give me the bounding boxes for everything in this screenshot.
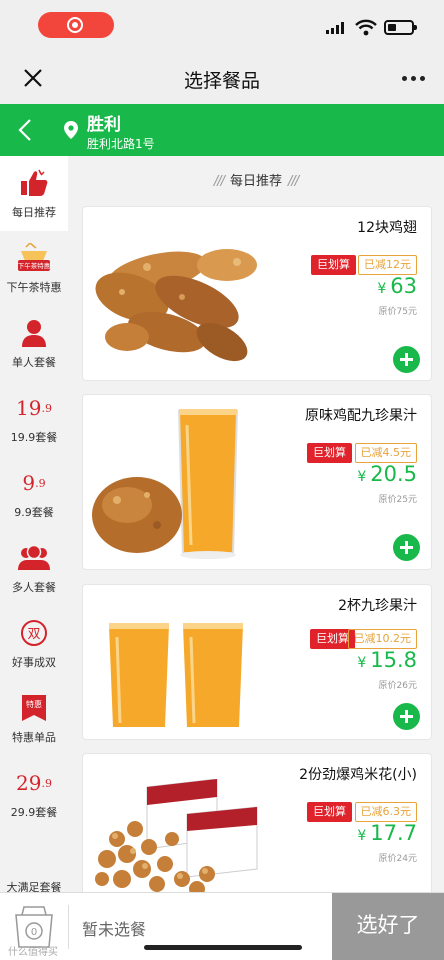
sidebar-item-label: 单人套餐 <box>12 356 56 369</box>
screen-record-indicator[interactable] <box>38 12 114 38</box>
sidebar-item-label: 29.9套餐 <box>10 806 58 819</box>
sidebar-item-afternoon-tea[interactable]: 下午茶特惠 下午茶特惠 <box>0 231 68 306</box>
sidebar-item-99-meal[interactable]: 9.9 9.9套餐 <box>0 456 68 531</box>
sidebar-item-single-meal[interactable]: 单人套餐 <box>0 306 68 381</box>
original-price: 原价75元 <box>378 307 417 317</box>
original-price: 原价25元 <box>378 495 417 505</box>
sidebar-item-label: 每日推荐 <box>12 206 56 219</box>
deal-badge: 巨划算 <box>311 255 356 275</box>
sidebar-item-label: 好事成双 <box>12 656 56 669</box>
single-person-icon <box>22 320 46 347</box>
divider-slashes-icon: /// <box>213 174 225 189</box>
page-title: 选择餐品 <box>183 70 260 92</box>
special-tag-icon: 特惠 <box>22 695 46 721</box>
discount-badge: 已减12元 <box>358 255 417 275</box>
add-to-cart-button[interactable] <box>393 534 420 561</box>
sidebar-item-label: 19.9套餐 <box>10 431 58 444</box>
section-title: 每日推荐 <box>229 174 282 189</box>
record-dot-icon <box>72 22 78 28</box>
deal-badge: 巨划算 <box>307 443 352 463</box>
discount-badge: 已减4.5元 <box>354 443 417 463</box>
location-pin-icon <box>64 121 78 139</box>
double-icon: 双 <box>21 620 47 646</box>
sidebar-item-label: 特惠单品 <box>12 731 56 744</box>
afternoon-tea-icon: 下午茶特惠 <box>18 243 51 271</box>
product-card[interactable]: 12块鸡翅 巨划算 已减12元 ¥63 原价75元 <box>82 206 432 381</box>
watermark: 什么值得买 <box>8 947 58 958</box>
product-name: 12块鸡翅 <box>357 220 417 236</box>
sidebar-item-299-meal[interactable]: 29.9 29.9套餐 <box>0 756 68 831</box>
cart-empty-text: 暂未选餐 <box>82 920 147 939</box>
chicken-wings-image <box>95 249 257 362</box>
original-price: 原价26元 <box>378 681 417 691</box>
more-options-icon[interactable] <box>402 76 426 82</box>
svg-text:下午茶特惠: 下午茶特惠 <box>18 261 51 270</box>
category-sidebar: 每日推荐 下午茶特惠 下午茶特惠 单人套餐 19.9 19.9套餐 9.9 9.… <box>0 156 68 892</box>
big-meal-icon <box>0 843 68 873</box>
deal-badge: 巨划算 <box>307 802 352 822</box>
store-bar[interactable]: 胜利 胜利北路1号 <box>0 104 444 156</box>
product-price: ¥63 <box>377 274 417 298</box>
sidebar-item-label: 9.9套餐 <box>14 506 54 519</box>
price-99-icon: 9.9 <box>22 471 46 495</box>
add-to-cart-button[interactable] <box>393 346 420 373</box>
sidebar-item-special[interactable]: 特惠 特惠单品 <box>0 681 68 756</box>
product-name: 2份劲爆鸡米花(小) <box>299 767 417 783</box>
thumbs-up-icon <box>21 169 48 196</box>
add-to-cart-button[interactable] <box>393 703 420 730</box>
home-indicator[interactable] <box>144 945 302 950</box>
section-header: /// 每日推荐 /// <box>68 170 444 189</box>
product-price: ¥15.8 <box>357 648 417 672</box>
svg-text:特惠: 特惠 <box>26 699 42 709</box>
two-juices-image <box>109 623 243 727</box>
title-bar: 选择餐品 <box>0 52 444 104</box>
price-299-icon: 29.9 <box>16 771 52 795</box>
done-button[interactable]: 选好了 <box>332 893 444 960</box>
sidebar-item-label: 多人套餐 <box>12 581 56 594</box>
product-name: 原味鸡配九珍果汁 <box>305 408 417 424</box>
discount-badge: 已减10.2元 <box>347 629 417 649</box>
sidebar-item-label: 下午茶特惠 <box>6 281 62 294</box>
svg-text:0: 0 <box>31 927 37 938</box>
discount-badge: 已减6.3元 <box>354 802 417 822</box>
product-card[interactable]: 2份劲爆鸡米花(小) 巨划算 已减6.3元 ¥17.7 原价24元 <box>82 753 432 892</box>
popcorn-chicken-image <box>95 779 258 892</box>
chicken-juice-image <box>92 409 239 559</box>
divider-slashes-icon: /// <box>288 174 299 189</box>
back-icon[interactable] <box>12 116 40 144</box>
store-name: 胜利 <box>87 115 121 135</box>
battery-icon <box>384 20 417 35</box>
product-card[interactable]: 原味鸡配九珍果汁 巨划算 已减4.5元 ¥20.5 原价25元 <box>82 394 432 570</box>
price-199-icon: 19.9 <box>16 396 52 420</box>
sidebar-item-label: 大满足套餐 <box>6 881 62 892</box>
wifi-icon <box>355 19 377 36</box>
sidebar-item-big-meal[interactable]: 大满足套餐 <box>0 831 68 892</box>
status-bar <box>0 0 444 52</box>
product-name: 2杯九珍果汁 <box>338 598 417 614</box>
svg-text:双: 双 <box>27 627 40 642</box>
signal-icon <box>326 22 348 34</box>
sidebar-item-daily-picks[interactable]: 每日推荐 <box>0 156 68 231</box>
divider <box>68 905 69 949</box>
sidebar-item-199-meal[interactable]: 19.9 19.9套餐 <box>0 381 68 456</box>
original-price: 原价24元 <box>378 854 417 864</box>
group-icon <box>18 544 50 570</box>
product-price: ¥17.7 <box>357 821 417 845</box>
product-list[interactable]: /// 每日推荐 /// 12块鸡翅 巨划算 已减12元 ¥63 原价75元 原味鸡… <box>68 156 444 892</box>
sidebar-item-double[interactable]: 双 好事成双 <box>0 606 68 681</box>
product-price: ¥20.5 <box>357 462 417 486</box>
product-card[interactable]: 2杯九珍果汁 巨划算 已减10.2元 ¥15.8 原价26元 <box>82 584 432 740</box>
store-address: 胜利北路1号 <box>87 137 155 151</box>
sidebar-item-group-meal[interactable]: 多人套餐 <box>0 531 68 606</box>
